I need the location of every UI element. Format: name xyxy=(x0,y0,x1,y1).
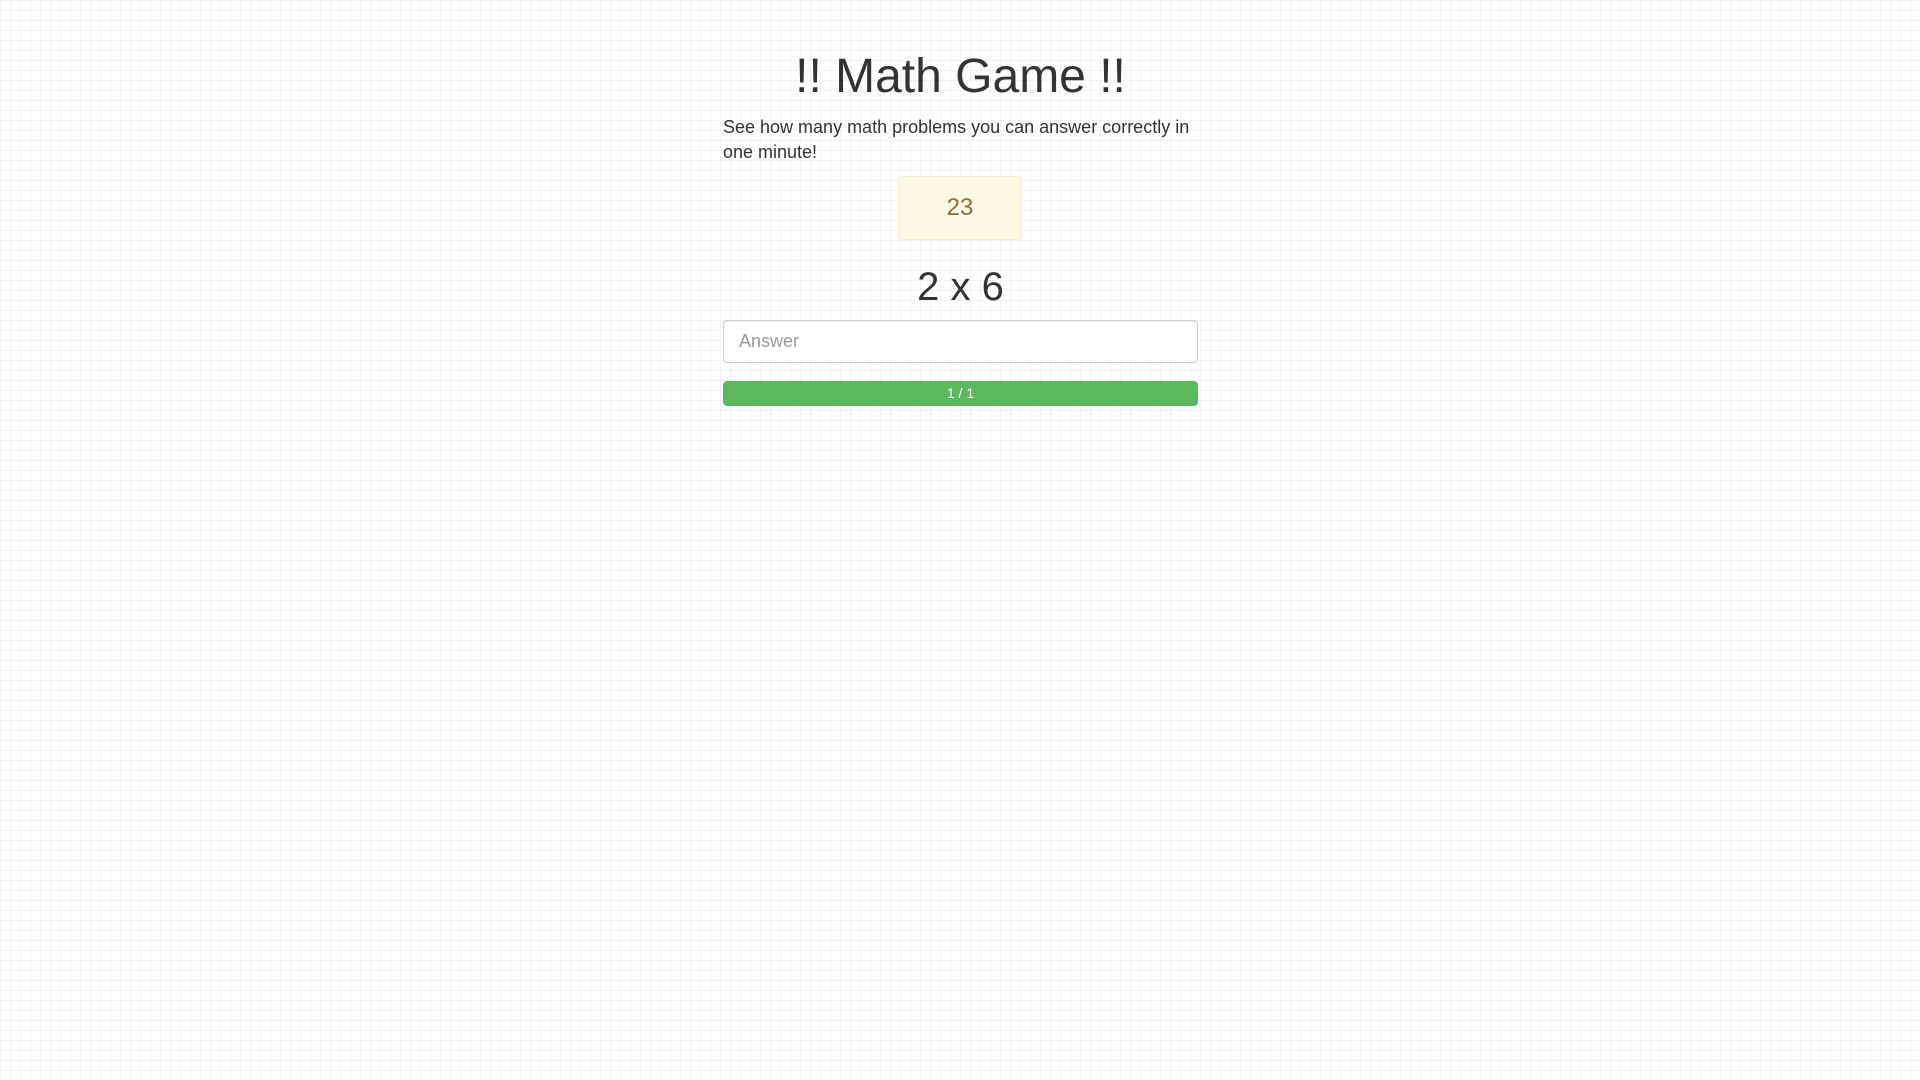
math-problem: 2 x 6 xyxy=(917,265,1004,309)
answer-input[interactable] xyxy=(723,320,1198,363)
game-instructions: See how many math problems you can answe… xyxy=(723,117,1190,162)
countdown-timer: 23 xyxy=(898,176,1022,240)
page-title: !! Math Game !! xyxy=(795,50,1126,103)
progress-bar: 1 / 1 xyxy=(723,381,1198,406)
progress-track: 1 / 1 xyxy=(723,381,1198,406)
